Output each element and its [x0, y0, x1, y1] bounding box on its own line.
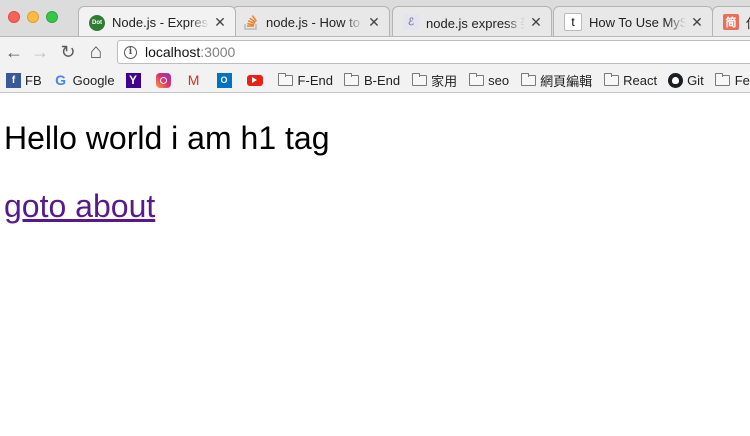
page-content: Hello world i am h1 tag goto about: [0, 94, 750, 436]
site-info-icon[interactable]: i: [124, 45, 137, 59]
reload-icon: ↻: [60, 41, 76, 62]
facebook-icon: f: [6, 72, 21, 88]
tab-how-to-use-mysql[interactable]: t How To Use MySQ ✕: [553, 6, 713, 36]
tab-title: Node.js - Express: [112, 15, 209, 30]
bookmark-folder-home[interactable]: 家用: [411, 71, 457, 90]
tab-title: 使: [746, 13, 750, 32]
window-controls: [8, 11, 58, 23]
url-port: :3000: [200, 44, 236, 60]
browser-toolbar: ← → ↻ ⌂ i localhost:3000: [0, 37, 750, 68]
forward-button[interactable]: →: [29, 41, 51, 63]
folder-icon: [520, 72, 536, 87]
address-bar[interactable]: i localhost:3000: [117, 40, 750, 64]
tab-nodejs-how-to[interactable]: node.js - How to g ✕: [232, 6, 390, 36]
bookmark-gmail[interactable]: M: [186, 72, 206, 88]
instagram-icon: [155, 72, 171, 88]
close-tab-icon[interactable]: ✕: [367, 14, 381, 31]
bookmark-git[interactable]: Git: [668, 72, 704, 88]
folder-icon: [715, 72, 731, 87]
folder-icon: [278, 72, 294, 87]
folder-icon: [468, 72, 484, 87]
google-icon: G: [55, 72, 67, 88]
bookmark-label: Fev: [734, 72, 750, 88]
bookmark-label: FB: [25, 72, 42, 88]
bookmark-label: seo: [488, 72, 510, 88]
folder-icon: [603, 72, 619, 87]
bookmark-folder-seo[interactable]: seo: [468, 72, 510, 88]
url-host: localhost: [145, 44, 201, 60]
gmail-icon: M: [187, 72, 200, 88]
jianshu-favicon-icon: 简: [723, 14, 739, 30]
bookmark-label: B-End: [363, 72, 401, 88]
nodejs-favicon-icon: Dot: [89, 14, 105, 31]
goto-about-link[interactable]: goto about: [4, 188, 155, 225]
bookmark-fb[interactable]: f FB: [6, 72, 42, 88]
bookmark-label: 網頁編輯: [540, 73, 593, 89]
tab-title: How To Use MySQ: [589, 14, 686, 30]
close-tab-icon[interactable]: ✕: [529, 14, 543, 31]
close-window-button[interactable]: [8, 11, 20, 23]
bookmark-folder-fend[interactable]: F-End: [278, 72, 333, 88]
bookmarks-bar: f FB G Google Y M O F-End B-End 家用 seo 網…: [0, 68, 750, 93]
tab-nodejs-express[interactable]: Dot Node.js - Express ✕: [78, 6, 236, 36]
bookmark-google[interactable]: G Google: [53, 72, 115, 88]
bookmark-folder-fev[interactable]: Fev: [715, 72, 750, 88]
tab-title: node.js express 架: [426, 15, 525, 31]
outlook-icon: O: [216, 72, 232, 88]
stackoverflow-favicon-icon: [243, 14, 259, 30]
bookmark-label: 家用: [431, 73, 458, 89]
bookmark-folder-react[interactable]: React: [603, 72, 658, 88]
tumblr-favicon-icon: t: [564, 13, 582, 31]
bookmark-label: React: [623, 72, 658, 88]
close-tab-icon[interactable]: ✕: [690, 14, 704, 31]
back-button[interactable]: ←: [3, 41, 25, 63]
bookmark-folder-bend[interactable]: B-End: [344, 72, 401, 88]
tab-nodejs-express-arch[interactable]: ℰ node.js express 架 ✕: [392, 6, 552, 36]
fullscreen-window-button[interactable]: [46, 11, 58, 23]
bookmark-instagram[interactable]: [155, 72, 175, 88]
minimize-window-button[interactable]: [27, 11, 39, 23]
close-tab-icon[interactable]: ✕: [213, 14, 227, 31]
tab-jianshu[interactable]: 简 使: [712, 6, 750, 36]
document-favicon-icon: ℰ: [403, 14, 419, 30]
bookmark-label: Git: [687, 72, 704, 88]
bookmark-outlook[interactable]: O: [216, 72, 236, 88]
folder-icon: [411, 72, 427, 87]
forward-arrow-icon: →: [31, 41, 49, 62]
bookmark-yahoo[interactable]: Y: [125, 72, 145, 88]
home-icon: ⌂: [89, 40, 103, 63]
page-heading: Hello world i am h1 tag: [4, 120, 330, 156]
bookmark-label: Google: [72, 72, 115, 88]
bookmark-folder-web-editing[interactable]: 網頁編輯: [520, 71, 592, 90]
home-button[interactable]: ⌂: [85, 40, 107, 63]
folder-icon: [344, 72, 360, 87]
youtube-icon: [246, 74, 263, 86]
github-icon: [668, 72, 684, 88]
bookmark-youtube[interactable]: [246, 74, 267, 86]
yahoo-icon: Y: [125, 72, 141, 88]
bookmark-label: F-End: [297, 72, 333, 88]
tab-title: node.js - How to g: [266, 14, 363, 30]
tab-strip: Dot Node.js - Express ✕ node.js - How to…: [0, 0, 750, 37]
back-arrow-icon: ←: [5, 41, 23, 62]
reload-button[interactable]: ↻: [57, 41, 79, 63]
